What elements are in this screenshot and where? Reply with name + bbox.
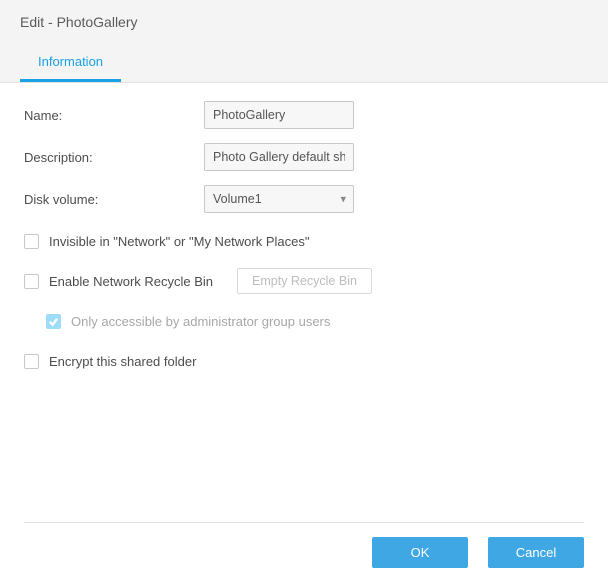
cancel-button[interactable]: Cancel [488, 537, 584, 568]
dialog-title: Edit - PhotoGallery [20, 14, 588, 30]
recycle-checkbox[interactable] [24, 274, 39, 289]
dialog-header: Edit - PhotoGallery Information [0, 0, 608, 83]
recycle-label: Enable Network Recycle Bin [49, 274, 213, 289]
row-invisible: Invisible in "Network" or "My Network Pl… [24, 227, 584, 255]
description-input[interactable] [204, 143, 354, 171]
description-label: Description: [24, 150, 204, 165]
row-disk-volume: Disk volume: ▾ [24, 185, 584, 213]
edit-dialog: Edit - PhotoGallery Information Name: De… [0, 0, 608, 584]
footer-divider [24, 522, 584, 523]
name-label: Name: [24, 108, 204, 123]
dialog-footer: OK Cancel [0, 537, 608, 584]
dialog-body: Name: Description: Disk volume: ▾ Invisi… [0, 83, 608, 537]
row-encrypt: Encrypt this shared folder [24, 347, 584, 375]
spacer [24, 387, 584, 522]
name-input[interactable] [204, 101, 354, 129]
empty-recycle-button[interactable]: Empty Recycle Bin [237, 268, 372, 294]
encrypt-checkbox[interactable] [24, 354, 39, 369]
admin-only-label: Only accessible by administrator group u… [71, 314, 330, 329]
row-description: Description: [24, 143, 584, 171]
admin-only-checkbox [46, 314, 61, 329]
invisible-label: Invisible in "Network" or "My Network Pl… [49, 234, 309, 249]
row-name: Name: [24, 101, 584, 129]
disk-volume-label: Disk volume: [24, 192, 204, 207]
disk-volume-select-wrap: ▾ [204, 185, 354, 213]
row-admin-only: Only accessible by administrator group u… [46, 307, 584, 335]
invisible-checkbox[interactable] [24, 234, 39, 249]
row-recycle: Enable Network Recycle Bin Empty Recycle… [24, 267, 584, 295]
encrypt-label: Encrypt this shared folder [49, 354, 196, 369]
disk-volume-select[interactable] [204, 185, 354, 213]
tab-strip: Information [20, 46, 588, 82]
tab-information[interactable]: Information [20, 46, 121, 82]
ok-button[interactable]: OK [372, 537, 468, 568]
